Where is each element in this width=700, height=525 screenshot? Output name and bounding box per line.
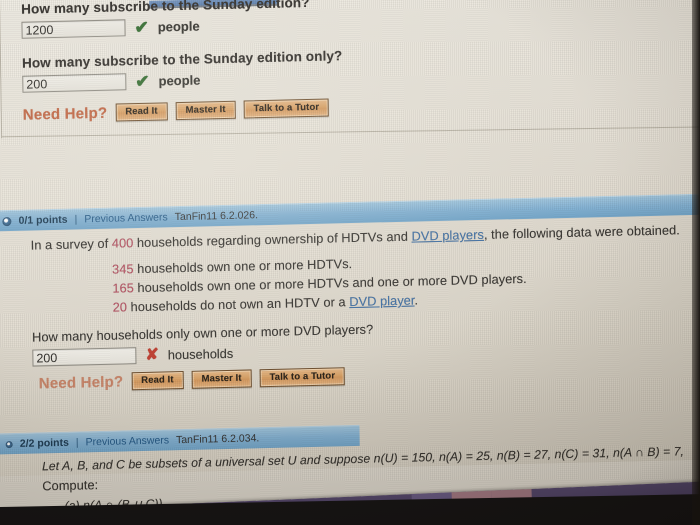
fact-count: 345 <box>111 261 134 277</box>
previous-answers-link[interactable]: Previous Answers <box>84 211 168 225</box>
answer-unit-people: people <box>157 18 200 35</box>
expand-radio-icon[interactable] <box>2 216 12 226</box>
expand-radio-icon[interactable] <box>5 440 13 448</box>
problem-fragment-top: How many subscribe to the Sunday edition… <box>0 0 700 161</box>
fact-count: 20 <box>112 299 128 315</box>
master-it-button[interactable]: Master It <box>175 100 236 121</box>
correct-checkmark-icon: ✔ <box>135 71 150 92</box>
webassign-page: How many subscribe to the Sunday edition… <box>0 0 700 513</box>
problem-7-body: In a survey of 400 households regarding … <box>0 214 700 394</box>
need-help-label: Need Help? <box>38 372 124 392</box>
read-it-button[interactable]: Read It <box>115 102 168 122</box>
problem-frame-left-border <box>0 0 3 139</box>
problem-7-answer-input[interactable]: 200 <box>32 347 137 367</box>
header-separator: | <box>75 436 79 449</box>
answer-unit-households: households <box>167 345 234 363</box>
monitor-photo: How many subscribe to the Sunday edition… <box>0 0 700 525</box>
problem-8-points: 2/2 points <box>19 436 69 450</box>
intro-text-c: , the following data were obtained. <box>483 222 680 242</box>
incorrect-cross-icon: ✘ <box>145 346 159 364</box>
answer-row-sunday-edition: 1200 ✔ people <box>21 15 310 39</box>
problem-7-points: 0/1 points <box>18 213 68 227</box>
answer-input-sunday-edition[interactable]: 1200 <box>21 19 126 39</box>
talk-to-a-tutor-button[interactable]: Talk to a Tutor <box>259 367 346 388</box>
problem-8-code: TanFin11 6.2.034. <box>175 432 260 447</box>
intro-text-b: households regarding ownership of HDTVs … <box>133 228 412 251</box>
answer-unit-people: people <box>158 72 201 89</box>
monitor-bezel-right <box>692 0 700 525</box>
problem-7: 7. 0/1 points | Previous Answers TanFin1… <box>0 192 700 394</box>
screen-area: How many subscribe to the Sunday edition… <box>0 0 700 525</box>
need-help-label: Need Help? <box>22 104 108 124</box>
problem-frame-bottom-border <box>1 126 700 138</box>
dvd-players-glossary-link[interactable]: DVD players <box>411 227 484 244</box>
dvd-player-glossary-link[interactable]: DVD player <box>349 293 414 310</box>
read-it-button[interactable]: Read It <box>131 371 184 391</box>
answer-row-sunday-edition-only: 200 ✔ people <box>22 68 343 93</box>
talk-to-a-tutor-button[interactable]: Talk to a Tutor <box>243 98 330 119</box>
problem-7-facts: 345 households own one or more HDTVs. 16… <box>27 245 700 319</box>
fact-count: 165 <box>112 280 135 296</box>
question-prompt-sunday-edition: How many subscribe to the Sunday edition… <box>21 0 310 17</box>
correct-checkmark-icon: ✔ <box>134 17 149 38</box>
previous-answers-link[interactable]: Previous Answers <box>86 434 170 448</box>
problem-7-code: TanFin11 6.2.026. <box>174 209 259 224</box>
question-prompt-sunday-edition-only: How many subscribe to the Sunday edition… <box>21 48 343 71</box>
problem-8-given-overflow <box>309 402 700 412</box>
intro-text-a: In a survey of <box>30 235 112 253</box>
fact-text: households do not own an HDTV or a <box>126 294 350 315</box>
need-help-row-top: Need Help? Read It Master It Talk to a T… <box>23 98 344 124</box>
survey-count: 400 <box>111 235 134 251</box>
fact-text-end: . <box>414 292 419 308</box>
header-separator: | <box>74 213 78 226</box>
master-it-button[interactable]: Master It <box>191 369 252 389</box>
answer-input-sunday-edition-only[interactable]: 200 <box>22 73 127 93</box>
